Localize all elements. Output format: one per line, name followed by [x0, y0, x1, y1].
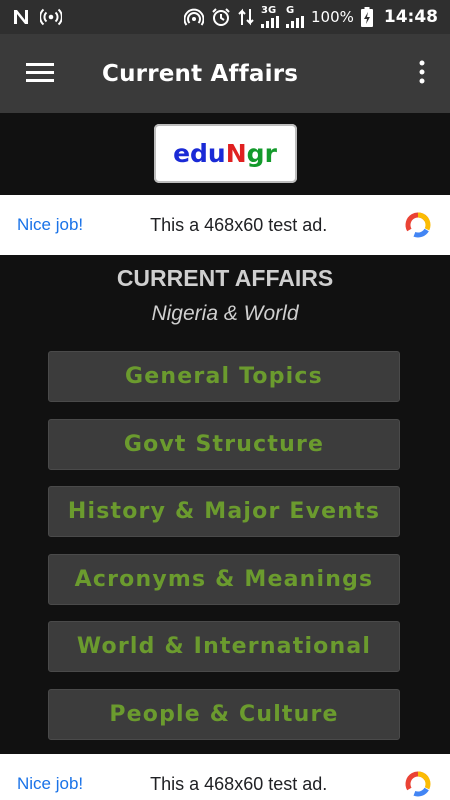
logo-part-n: N	[225, 139, 247, 168]
clock: 14:48	[383, 7, 438, 27]
more-vert-icon	[419, 60, 425, 88]
status-right: 3G G 100% 14:48	[183, 5, 438, 28]
menu-button-history-major-events[interactable]: History & Major Events	[48, 486, 400, 537]
data-transfer-icon	[238, 7, 254, 27]
menu-button-govt-structure[interactable]: Govt Structure	[48, 418, 400, 470]
page-heading: CURRENT AFFAIRS	[116, 265, 334, 291]
logo-container: edu Ngr	[0, 124, 450, 183]
signal-3g-icon: 3G	[260, 5, 279, 28]
menu-button-world-international[interactable]: World & International	[48, 621, 400, 672]
ad-banner-top[interactable]: Nice job! This a 468x60 test ad.	[0, 195, 450, 255]
logo-part-edu: edu	[173, 139, 226, 168]
category-menu: General Topics Govt Structure History & …	[48, 351, 400, 756]
ad-choices-icon[interactable]	[403, 210, 433, 240]
network-g-label: G	[285, 5, 295, 16]
menu-button-acronyms-meanings[interactable]: Acronyms & Meanings	[48, 553, 400, 605]
edungr-logo: edu Ngr	[153, 124, 297, 183]
hotspot-icon	[183, 8, 204, 26]
ad-banner-bottom[interactable]: Nice job! This a 468x60 test ad.	[0, 754, 450, 800]
alarm-icon	[211, 7, 231, 27]
ad-choices-icon[interactable]	[403, 769, 433, 799]
ad-text: This a 468x60 test ad.	[150, 214, 328, 235]
hamburger-icon	[26, 62, 54, 86]
network-3g-label: 3G	[260, 5, 277, 16]
status-left	[12, 8, 62, 26]
signal-g-icon: G	[285, 5, 304, 28]
menu-button-general-topics[interactable]: General Topics	[48, 351, 400, 402]
logo-part-gr: gr	[246, 139, 277, 168]
ad-nice-label: Nice job!	[17, 215, 84, 234]
battery-charging-icon	[360, 7, 373, 27]
ad-text: This a 468x60 test ad.	[150, 773, 328, 794]
overflow-menu-button[interactable]	[394, 34, 450, 113]
battery-percent: 100%	[310, 8, 354, 26]
app-title: Current Affairs	[102, 60, 299, 87]
hamburger-menu-button[interactable]	[0, 34, 80, 113]
app-bar: Current Affairs	[0, 34, 450, 113]
notification-n-icon	[12, 8, 30, 26]
status-bar: 3G G 100% 14:48	[0, 0, 450, 34]
menu-button-people-culture[interactable]: People & Culture	[48, 688, 400, 740]
ad-nice-label: Nice job!	[17, 774, 84, 793]
page-subheading: Nigeria & World	[151, 302, 299, 325]
broadcast-icon	[40, 8, 62, 26]
